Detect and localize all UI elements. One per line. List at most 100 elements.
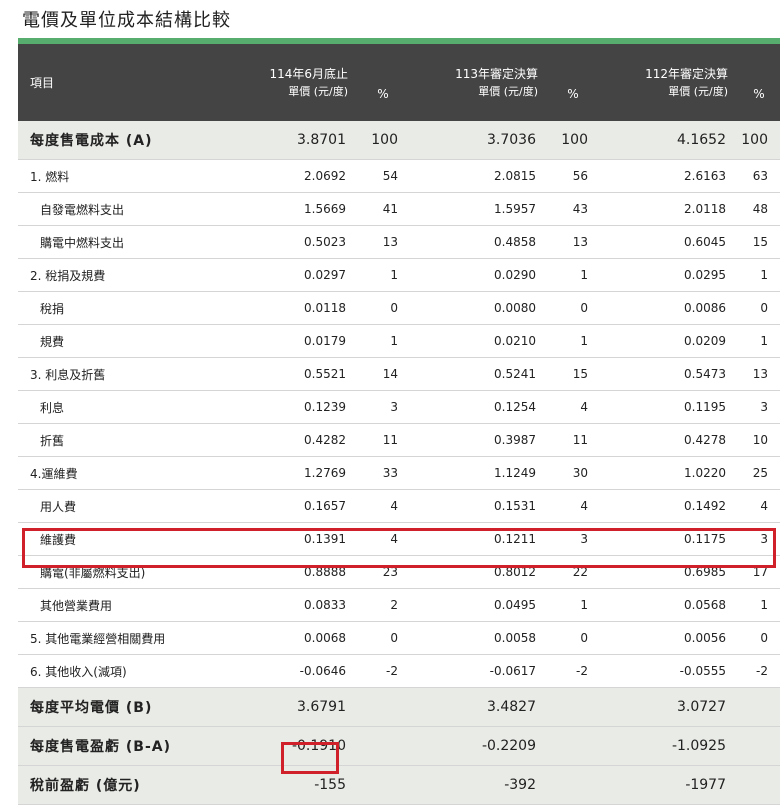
cell-value: 0.1531 <box>408 489 548 523</box>
cell-pct: 3 <box>358 390 408 424</box>
table-row: 利息 0.1239 3 0.1254 4 0.1195 3 <box>18 390 780 424</box>
period-1-name: 114年6月底止 <box>269 66 348 81</box>
table-row: 稅捐 0.0118 0 0.0080 0 0.0086 0 <box>18 291 780 325</box>
cell-pct: 11 <box>548 423 598 457</box>
table-row: 6. 其他收入(減項) -0.0646 -2 -0.0617 -2 -0.055… <box>18 654 780 688</box>
cell-value: 0.1492 <box>598 489 738 523</box>
cell-value: -0.0555 <box>598 654 738 688</box>
cell-pct: 4 <box>548 489 598 523</box>
cell-pct <box>738 726 780 766</box>
table-row: 其他營業費用 0.0833 2 0.0495 1 0.0568 1 <box>18 588 780 622</box>
cell-pct: 4 <box>738 489 780 523</box>
cell-value: 0.1254 <box>408 390 548 424</box>
table-row: 自發電燃料支出 1.5669 41 1.5957 43 2.0118 48 <box>18 192 780 226</box>
period-3-name: 112年審定決算 <box>645 66 728 81</box>
table-row: 4.運維費 1.2769 33 1.1249 30 1.0220 25 <box>18 456 780 490</box>
cost-comparison-table: 項目 114年6月底止 單價 (元/度) % 113年審定決算 單價 (元/度)… <box>18 44 780 805</box>
cell-value: 0.4858 <box>408 225 548 259</box>
period-3-unit: 單價 (元/度) <box>668 84 728 98</box>
cell-value: 3.6791 <box>223 687 358 727</box>
highlight-box-row <box>22 528 776 568</box>
cell-pct: 14 <box>358 357 408 391</box>
cell-value: 3.0727 <box>598 687 738 727</box>
cell-pct: 56 <box>548 159 598 193</box>
row-label: 稅捐 <box>18 291 223 325</box>
row-label: 其他營業費用 <box>18 588 223 622</box>
row-label: 每度平均電價 (B) <box>18 687 223 727</box>
cell-value: 4.1652 <box>598 121 738 160</box>
header-pct-3: % <box>738 44 780 121</box>
cell-value: -1977 <box>598 765 738 805</box>
page-title: 電價及單位成本結構比較 <box>22 10 231 31</box>
header-period-3: 112年審定決算 單價 (元/度) <box>598 44 738 121</box>
cell-value: 0.0209 <box>598 324 738 358</box>
cell-pct: 33 <box>358 456 408 490</box>
cell-pct: 1 <box>548 324 598 358</box>
cell-pct: 0 <box>548 291 598 325</box>
cell-pct: 3 <box>738 390 780 424</box>
cell-value: 0.3987 <box>408 423 548 457</box>
cell-pct: 100 <box>358 121 408 160</box>
cell-value: 2.0692 <box>223 159 358 193</box>
cell-value: -392 <box>408 765 548 805</box>
cell-pct: 54 <box>358 159 408 193</box>
cell-pct: -2 <box>358 654 408 688</box>
row-label: 2. 稅捐及規費 <box>18 258 223 292</box>
row-label: 用人費 <box>18 489 223 523</box>
cell-value: 3.4827 <box>408 687 548 727</box>
cell-value: 0.0495 <box>408 588 548 622</box>
cell-pct: 15 <box>548 357 598 391</box>
cell-value: 0.0056 <box>598 621 738 655</box>
cell-value: 1.5669 <box>223 192 358 226</box>
cell-value: -0.2209 <box>408 726 548 766</box>
table-row: 折舊 0.4282 11 0.3987 11 0.4278 10 <box>18 423 780 457</box>
cell-value: 0.4278 <box>598 423 738 457</box>
cell-value: 0.4282 <box>223 423 358 457</box>
row-label: 1. 燃料 <box>18 159 223 193</box>
cell-value: 0.0058 <box>408 621 548 655</box>
cell-pct <box>738 765 780 805</box>
period-1-unit: 單價 (元/度) <box>288 84 348 98</box>
cell-pct: 0 <box>738 621 780 655</box>
table-row: 每度售電成本 (A) 3.8701 100 3.7036 100 4.1652 … <box>18 121 780 160</box>
cell-pct: 1 <box>548 258 598 292</box>
cell-pct: 1 <box>358 324 408 358</box>
cell-value: 0.0290 <box>408 258 548 292</box>
cell-pct: 43 <box>548 192 598 226</box>
cell-value: 0.5521 <box>223 357 358 391</box>
header-pct-2: % <box>548 44 598 121</box>
cell-pct <box>548 687 598 727</box>
cell-pct: 0 <box>358 291 408 325</box>
cell-value: 0.0210 <box>408 324 548 358</box>
row-label: 6. 其他收入(減項) <box>18 654 223 688</box>
cell-pct: 41 <box>358 192 408 226</box>
cell-value: 0.5473 <box>598 357 738 391</box>
table-row: 用人費 0.1657 4 0.1531 4 0.1492 4 <box>18 489 780 523</box>
cell-pct: 1 <box>738 588 780 622</box>
header-period-2: 113年審定決算 單價 (元/度) <box>408 44 548 121</box>
table-row: 2. 稅捐及規費 0.0297 1 0.0290 1 0.0295 1 <box>18 258 780 292</box>
cell-value: 2.6163 <box>598 159 738 193</box>
cell-value: 1.1249 <box>408 456 548 490</box>
cell-pct: 63 <box>738 159 780 193</box>
cell-value: 1.0220 <box>598 456 738 490</box>
cell-pct: -2 <box>548 654 598 688</box>
cell-value: 0.0295 <box>598 258 738 292</box>
cell-value: -0.0646 <box>223 654 358 688</box>
table-header-row: 項目 114年6月底止 單價 (元/度) % 113年審定決算 單價 (元/度)… <box>18 44 780 121</box>
cell-value: -0.0617 <box>408 654 548 688</box>
cell-pct: 1 <box>738 258 780 292</box>
table-row: 規費 0.0179 1 0.0210 1 0.0209 1 <box>18 324 780 358</box>
cell-value: 0.5241 <box>408 357 548 391</box>
cell-pct <box>738 687 780 727</box>
period-2-name: 113年審定決算 <box>455 66 538 81</box>
row-label: 5. 其他電業經營相關費用 <box>18 621 223 655</box>
header-item: 項目 <box>18 44 223 121</box>
cell-pct <box>358 726 408 766</box>
cell-value: 0.0568 <box>598 588 738 622</box>
table-row: 每度平均電價 (B) 3.6791 3.4827 3.0727 <box>18 687 780 727</box>
row-label: 每度售電成本 (A) <box>18 121 223 160</box>
cell-pct: 0 <box>738 291 780 325</box>
cell-value: 2.0815 <box>408 159 548 193</box>
cell-pct <box>548 726 598 766</box>
